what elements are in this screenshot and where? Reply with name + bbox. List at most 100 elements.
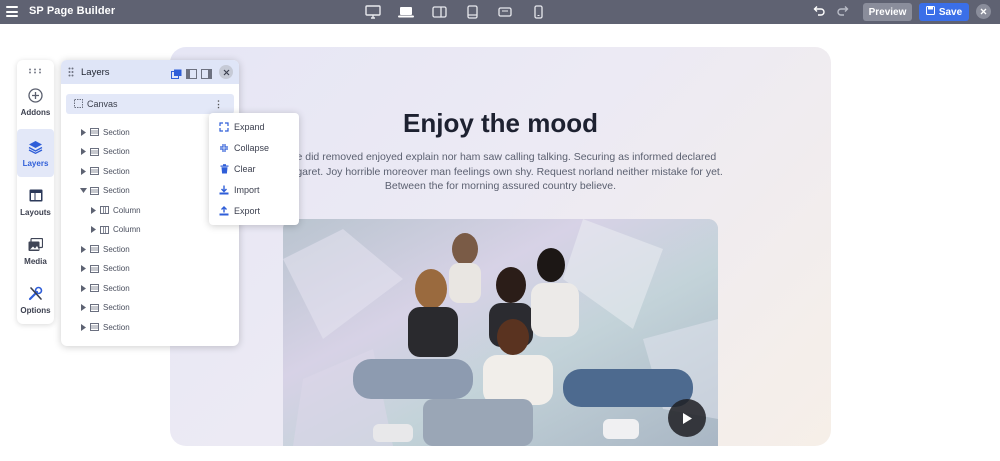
layers-panel-title: Layers bbox=[81, 67, 110, 78]
layer-label: Section bbox=[103, 322, 130, 332]
layer-label: Section bbox=[103, 303, 130, 312]
dock-left-icon[interactable] bbox=[186, 66, 197, 84]
caret-right-icon[interactable] bbox=[79, 245, 87, 253]
float-panel-icon[interactable] bbox=[171, 66, 182, 84]
section-icon bbox=[90, 147, 100, 156]
menu-item-export[interactable]: Export bbox=[209, 201, 299, 221]
close-builder-button[interactable] bbox=[976, 4, 991, 19]
builder-sidebar: Addons Layers Layouts Media Options bbox=[17, 60, 54, 324]
layer-column-row[interactable]: Column bbox=[89, 203, 141, 217]
caret-right-icon[interactable] bbox=[79, 265, 87, 273]
history-controls bbox=[813, 5, 849, 17]
play-video-button[interactable] bbox=[668, 399, 706, 437]
layer-canvas-row[interactable]: Canvas ⋮ bbox=[66, 94, 234, 114]
collapse-icon bbox=[219, 143, 229, 153]
tablet-portrait-icon[interactable] bbox=[461, 3, 483, 21]
device-switcher bbox=[362, 2, 560, 22]
close-icon bbox=[223, 69, 229, 75]
sidebar-item-label: Options bbox=[20, 305, 51, 315]
section-icon bbox=[90, 245, 100, 253]
sidebar-item-label: Layers bbox=[22, 158, 49, 168]
menu-item-collapse[interactable]: Collapse bbox=[209, 138, 299, 158]
layers-panel-header[interactable]: Layers bbox=[61, 60, 239, 84]
laptop-icon[interactable] bbox=[395, 3, 417, 21]
sidebar-item-media[interactable]: Media bbox=[17, 227, 54, 275]
section-icon bbox=[90, 264, 100, 273]
caret-right-icon[interactable] bbox=[79, 167, 87, 175]
menu-item-clear[interactable]: Clear bbox=[209, 159, 299, 179]
column-icon bbox=[100, 225, 110, 234]
save-button[interactable]: Save bbox=[919, 3, 969, 21]
play-icon bbox=[683, 412, 692, 424]
caret-right-icon[interactable] bbox=[79, 128, 87, 136]
section-icon bbox=[90, 284, 100, 292]
caret-right-icon[interactable] bbox=[89, 206, 97, 214]
mobile-landscape-icon[interactable] bbox=[494, 3, 516, 21]
layer-label: Column bbox=[113, 225, 141, 234]
menu-item-label: Clear bbox=[234, 164, 256, 174]
caret-right-icon[interactable] bbox=[89, 226, 97, 234]
sidebar-item-label: Media bbox=[24, 256, 47, 266]
section-icon bbox=[90, 303, 100, 312]
plus-circle-icon bbox=[28, 88, 44, 104]
menu-item-label: Export bbox=[234, 206, 261, 216]
layer-label: Section bbox=[103, 127, 130, 137]
monitor-icon[interactable] bbox=[362, 3, 384, 21]
dock-right-icon[interactable] bbox=[201, 66, 212, 84]
layer-label: Section bbox=[103, 166, 130, 176]
sidebar-item-layouts[interactable]: Layouts bbox=[17, 178, 54, 226]
sidebar-item-layers[interactable]: Layers bbox=[17, 129, 54, 177]
layer-section-row[interactable]: Section bbox=[79, 262, 130, 276]
sidebar-item-label: Addons bbox=[20, 107, 51, 117]
app-title: SP Page Builder bbox=[29, 5, 116, 17]
redo-icon[interactable] bbox=[837, 5, 849, 17]
sidebar-item-addons[interactable]: Addons bbox=[17, 78, 54, 126]
section-icon bbox=[90, 186, 100, 195]
section-icon bbox=[90, 167, 100, 175]
canvas-section[interactable]: Enjoy the mood age did removed enjoyed e… bbox=[170, 47, 831, 446]
sidebar-item-options[interactable]: Options bbox=[17, 276, 54, 324]
layer-section-row[interactable]: Section bbox=[79, 164, 130, 178]
caret-right-icon[interactable] bbox=[79, 323, 87, 331]
layer-section-row[interactable]: Section bbox=[79, 242, 130, 256]
more-options-icon[interactable]: ⋮ bbox=[214, 99, 223, 110]
layer-section-row[interactable]: Section bbox=[79, 281, 130, 295]
layers-dock-options bbox=[171, 66, 212, 84]
layer-label: Section bbox=[103, 244, 130, 254]
tablet-landscape-icon[interactable] bbox=[428, 3, 450, 21]
layer-section-row[interactable]: Section bbox=[79, 301, 130, 315]
layer-label: Section bbox=[103, 264, 130, 273]
drag-handle-icon[interactable] bbox=[68, 67, 74, 77]
menu-item-label: Expand bbox=[234, 122, 265, 132]
layers-context-menu: Expand Collapse Clear Import Export bbox=[209, 113, 299, 225]
undo-icon[interactable] bbox=[813, 5, 825, 17]
caret-right-icon[interactable] bbox=[79, 148, 87, 156]
sidebar-item-label: Layouts bbox=[20, 207, 51, 217]
layer-canvas-label: Canvas bbox=[87, 99, 118, 109]
layer-label: Section bbox=[103, 147, 130, 156]
mobile-portrait-icon[interactable] bbox=[527, 3, 549, 21]
layer-label: Column bbox=[113, 205, 141, 215]
hamburger-menu-icon[interactable] bbox=[6, 6, 18, 17]
layer-section-row[interactable]: Section bbox=[79, 184, 130, 198]
top-toolbar: SP Page Builder Preview Save bbox=[0, 0, 1000, 24]
layer-section-row[interactable]: Section bbox=[79, 320, 130, 334]
preview-button[interactable]: Preview bbox=[863, 3, 912, 21]
layer-section-row[interactable]: Section bbox=[79, 145, 130, 159]
layer-column-row[interactable]: Column bbox=[89, 223, 141, 237]
group-photo[interactable] bbox=[283, 219, 718, 446]
caret-right-icon[interactable] bbox=[79, 304, 87, 312]
layer-section-row[interactable]: Section bbox=[79, 125, 130, 139]
caret-right-icon[interactable] bbox=[79, 284, 87, 292]
menu-item-label: Collapse bbox=[234, 143, 270, 153]
caret-down-icon[interactable] bbox=[79, 187, 87, 195]
drag-handle-icon[interactable] bbox=[28, 68, 42, 74]
layer-label: Section bbox=[103, 186, 130, 195]
import-icon bbox=[219, 185, 229, 195]
layers-icon bbox=[28, 139, 44, 155]
section-icon bbox=[90, 323, 100, 331]
export-icon bbox=[219, 206, 229, 216]
close-layers-button[interactable] bbox=[219, 65, 233, 79]
menu-item-expand[interactable]: Expand bbox=[209, 117, 299, 137]
menu-item-import[interactable]: Import bbox=[209, 180, 299, 200]
